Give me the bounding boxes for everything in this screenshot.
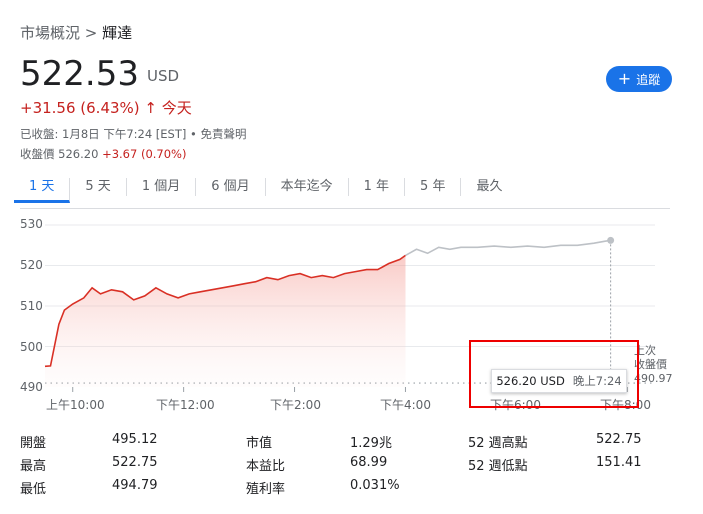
stat-label: 52 週高點 (468, 436, 528, 451)
stat-value: 0.031% (350, 478, 400, 493)
regular-session-area (45, 255, 406, 387)
after-hours-line (405, 239, 611, 257)
x-tick-2pm: 下午2:00 (270, 398, 321, 412)
stat-value: 1.29兆 (350, 436, 392, 451)
prev-close-line1: 上次 (634, 344, 656, 357)
stat-label: 開盤 (20, 436, 47, 451)
stat-value: 522.75 (596, 432, 642, 447)
stat-value: 68.99 (350, 455, 388, 470)
stat-value: 494.79 (112, 478, 158, 493)
stat-value: 495.12 (112, 432, 158, 447)
cursor-point (607, 236, 615, 244)
stat-label: 最低 (20, 482, 47, 497)
stat-label: 最高 (20, 459, 47, 474)
stat-label: 市值 (246, 436, 273, 451)
stat-label: 本益比 (246, 459, 286, 474)
highlight-box (469, 340, 639, 408)
x-tick-4pm: 下午4:00 (380, 398, 431, 412)
stat-value: 151.41 (596, 455, 642, 470)
prev-close-value: 490.97 (634, 372, 673, 385)
previous-close-label: 上次 收盤價 490.97 (634, 344, 674, 386)
stat-value: 522.75 (112, 455, 158, 470)
x-tick-12pm: 下午12:00 (156, 398, 215, 412)
x-tick-10am: 上午10:00 (46, 398, 105, 412)
stats-table: 開盤 495.12 最高 522.75 最低 494.79 市值 1.29兆 本… (20, 432, 680, 507)
stat-label: 殖利率 (246, 482, 286, 497)
prev-close-line2: 收盤價 (634, 358, 667, 371)
stat-label: 52 週低點 (468, 459, 528, 474)
